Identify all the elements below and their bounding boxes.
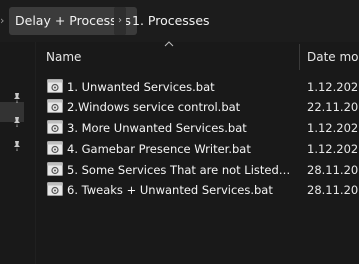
column-header-name[interactable]: Name: [46, 50, 81, 64]
file-date-modified: 1.12.2023.: [307, 142, 359, 156]
list-item[interactable]: 2.Windows service control.bat 22.11.2023: [36, 97, 359, 117]
pin-icon[interactable]: [11, 92, 23, 104]
bat-file-icon: [47, 162, 63, 176]
file-explorer-window: › Delay + Processes › 1. Processes Name …: [0, 0, 359, 264]
column-header-date-modified[interactable]: Date mod: [307, 50, 359, 64]
file-name: 4. Gamebar Presence Writer.bat: [67, 142, 251, 156]
navigation-pane: [0, 42, 28, 264]
bat-file-icon: [47, 99, 63, 113]
breadcrumb-item-processes[interactable]: 1. Processes: [126, 7, 216, 35]
list-item[interactable]: 1. Unwanted Services.bat 1.12.2023.: [36, 77, 359, 97]
list-item[interactable]: 4. Gamebar Presence Writer.bat 1.12.2023…: [36, 139, 359, 159]
file-date-modified: 1.12.2023.: [307, 121, 359, 135]
sort-arrow-icon: [164, 41, 174, 47]
bat-file-icon: [47, 141, 63, 155]
file-date-modified: 28.11.2023: [307, 183, 359, 197]
list-item[interactable]: 5. Some Services That are not Listed in …: [36, 160, 359, 180]
bat-file-icon: [47, 120, 63, 134]
bat-file-icon: [47, 79, 63, 93]
column-header: Name Date mod: [36, 41, 359, 74]
column-divider[interactable]: [299, 44, 300, 70]
file-name: 6. Tweaks + Unwanted Services.bat: [67, 183, 273, 197]
chevron-right-icon[interactable]: ›: [114, 7, 126, 35]
file-date-modified: 22.11.2023: [307, 100, 359, 114]
file-date-modified: 28.11.2023: [307, 163, 359, 177]
bat-file-icon: [47, 182, 63, 196]
file-name: 2.Windows service control.bat: [67, 100, 241, 114]
list-item[interactable]: 6. Tweaks + Unwanted Services.bat 28.11.…: [36, 180, 359, 200]
file-name: 3. More Unwanted Services.bat: [67, 121, 247, 135]
list-item[interactable]: 3. More Unwanted Services.bat 1.12.2023.: [36, 118, 359, 138]
pin-icon[interactable]: [11, 116, 23, 128]
file-name: 1. Unwanted Services.bat: [67, 80, 215, 94]
file-name: 5. Some Services That are not Listed in …: [67, 163, 291, 177]
breadcrumb-overflow-icon[interactable]: ›: [0, 7, 8, 35]
breadcrumb: › Delay + Processes › 1. Processes: [0, 0, 359, 42]
file-date-modified: 1.12.2023.: [307, 80, 359, 94]
pin-icon[interactable]: [11, 140, 23, 152]
